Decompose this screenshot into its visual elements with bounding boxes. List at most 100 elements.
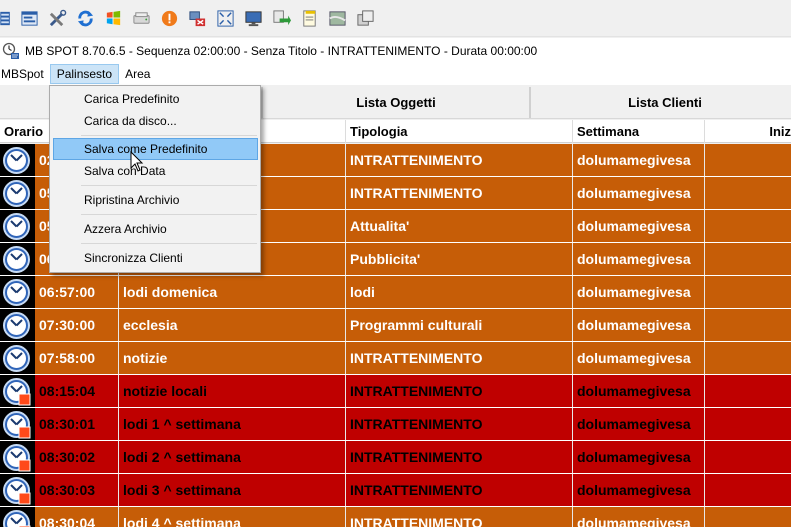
drive-icon[interactable] <box>131 8 152 29</box>
cell-inizio <box>705 342 791 374</box>
menu-area[interactable]: Area <box>119 64 156 84</box>
menu-item-azzera-archivio[interactable]: Azzera Archivio <box>53 218 258 240</box>
cell-settimana: dolumamegivesa <box>573 144 705 176</box>
menu-mbspot[interactable]: MBSpot <box>0 64 50 84</box>
alert-icon[interactable] <box>159 8 180 29</box>
cell-titolo: ecclesia <box>119 309 346 341</box>
menu-item-salva-come-predefinito[interactable]: Salva come Predefinito <box>53 138 258 160</box>
cell-settimana: dolumamegivesa <box>573 276 705 308</box>
tab-lista-oggetti[interactable]: Lista Oggetti <box>262 87 530 118</box>
cell-orario: 08:30:04 <box>35 507 119 527</box>
transfer-icon[interactable] <box>271 8 292 29</box>
cell-inizio <box>705 507 791 527</box>
table-row[interactable]: 08:30:02 lodi 2 ^ settimana INTRATTENIMENT… <box>0 441 791 474</box>
clock-icon <box>0 441 35 473</box>
column-header-tipologia[interactable]: Tipologia <box>346 120 573 143</box>
grid-icon[interactable] <box>0 8 12 29</box>
cell-settimana: dolumamegivesa <box>573 375 705 407</box>
title-bar: MB SPOT 8.70.6.5 - Sequenza 02:00:00 - S… <box>0 38 791 63</box>
clock-icon <box>0 309 35 341</box>
cell-inizio <box>705 474 791 506</box>
cell-inizio <box>705 309 791 341</box>
table-row[interactable]: 08:30:01 lodi 1 ^ settimana INTRATTENIMENT… <box>0 408 791 441</box>
windows-flag-icon[interactable] <box>103 8 124 29</box>
cell-titolo: notizie locali <box>119 375 346 407</box>
cell-tipologia: INTRATTENIMENTO <box>346 375 573 407</box>
clock-icon <box>0 276 35 308</box>
menu-item-salva-con-data[interactable]: Salva con Data <box>53 160 258 182</box>
cell-orario: 08:30:03 <box>35 474 119 506</box>
tab-lista-clienti[interactable]: Lista Clienti <box>530 87 791 118</box>
menu-separator <box>81 243 257 244</box>
cell-titolo: lodi 1 ^ settimana <box>119 408 346 440</box>
app-window: MB SPOT 8.70.6.5 - Sequenza 02:00:00 - S… <box>0 0 791 527</box>
document-icon[interactable] <box>299 8 320 29</box>
cell-settimana: dolumamegivesa <box>573 177 705 209</box>
mouse-cursor-icon <box>130 151 144 172</box>
menu-separator <box>81 214 257 215</box>
cell-settimana: dolumamegivesa <box>573 408 705 440</box>
table-row[interactable]: 07:30:00 ecclesia Programmi culturali dolum… <box>0 309 791 342</box>
menu-item-carica-predefinito[interactable]: Carica Predefinito <box>53 88 258 110</box>
cell-tipologia: Attualita' <box>346 210 573 242</box>
cell-settimana: dolumamegivesa <box>573 441 705 473</box>
cell-inizio <box>705 276 791 308</box>
cell-tipologia: INTRATTENIMENTO <box>346 408 573 440</box>
table-row[interactable]: 08:30:04 lodi 4 ^ settimana INTRATTENIMENT… <box>0 507 791 527</box>
clock-icon <box>0 342 35 374</box>
cell-settimana: dolumamegivesa <box>573 243 705 275</box>
cell-inizio <box>705 144 791 176</box>
cell-titolo: lodi domenica <box>119 276 346 308</box>
cell-orario: 08:15:04 <box>35 375 119 407</box>
window-icon[interactable] <box>19 8 40 29</box>
clock-icon <box>0 210 35 242</box>
clock-icon <box>0 144 35 176</box>
cell-settimana: dolumamegivesa <box>573 507 705 527</box>
clock-icon <box>0 177 35 209</box>
cell-settimana: dolumamegivesa <box>573 210 705 242</box>
cell-inizio <box>705 408 791 440</box>
menu-item-ripristina-archivio[interactable]: Ripristina Archivio <box>53 189 258 211</box>
cell-tipologia: lodi <box>346 276 573 308</box>
clock-icon <box>0 474 35 506</box>
palinsesto-dropdown-menu: Carica Predefinito Carica da disco... Sa… <box>49 85 261 273</box>
table-row[interactable]: 08:15:04 notizie locali INTRATTENIMENTO dol… <box>0 375 791 408</box>
cell-titolo: lodi 4 ^ settimana <box>119 507 346 527</box>
network-error-icon[interactable] <box>187 8 208 29</box>
cell-titolo: notizie <box>119 342 346 374</box>
monitor-icon[interactable] <box>243 8 264 29</box>
refresh-icon[interactable] <box>75 8 96 29</box>
map-icon[interactable] <box>327 8 348 29</box>
cell-inizio <box>705 375 791 407</box>
cell-tipologia: Pubblicita' <box>346 243 573 275</box>
cell-inizio <box>705 177 791 209</box>
table-row[interactable]: 07:58:00 notizie INTRATTENIMENTO dolumamegi… <box>0 342 791 375</box>
cell-inizio <box>705 243 791 275</box>
clock-icon <box>0 243 35 275</box>
cell-orario: 07:30:00 <box>35 309 119 341</box>
cell-settimana: dolumamegivesa <box>573 342 705 374</box>
cell-inizio <box>705 210 791 242</box>
menu-palinsesto[interactable]: Palinsesto <box>49 64 120 84</box>
cell-tipologia: Programmi culturali <box>346 309 573 341</box>
fullscreen-icon[interactable] <box>215 8 236 29</box>
cell-orario: 06:57:00 <box>35 276 119 308</box>
cell-orario: 08:30:02 <box>35 441 119 473</box>
cell-tipologia: INTRATTENIMENTO <box>346 177 573 209</box>
clock-icon <box>0 408 35 440</box>
cell-settimana: dolumamegivesa <box>573 309 705 341</box>
table-row[interactable]: 08:30:03 lodi 3 ^ settimana INTRATTENIMENT… <box>0 474 791 507</box>
menu-item-sincronizza-clienti[interactable]: Sincronizza Clienti <box>53 247 258 269</box>
cell-titolo: lodi 2 ^ settimana <box>119 441 346 473</box>
menu-item-carica-da-disco[interactable]: Carica da disco... <box>53 110 258 132</box>
toolbar <box>0 0 791 37</box>
copy-window-icon[interactable] <box>355 8 376 29</box>
clock-icon <box>0 507 35 527</box>
column-header-settimana[interactable]: Settimana <box>573 120 705 143</box>
cell-tipologia: INTRATTENIMENTO <box>346 507 573 527</box>
column-header-inizio[interactable]: Iniz <box>705 120 791 143</box>
table-row[interactable]: 06:57:00 lodi domenica lodi dolumamegivesa <box>0 276 791 309</box>
cell-tipologia: INTRATTENIMENTO <box>346 474 573 506</box>
menu-separator <box>81 185 257 186</box>
tools-icon[interactable] <box>47 8 68 29</box>
